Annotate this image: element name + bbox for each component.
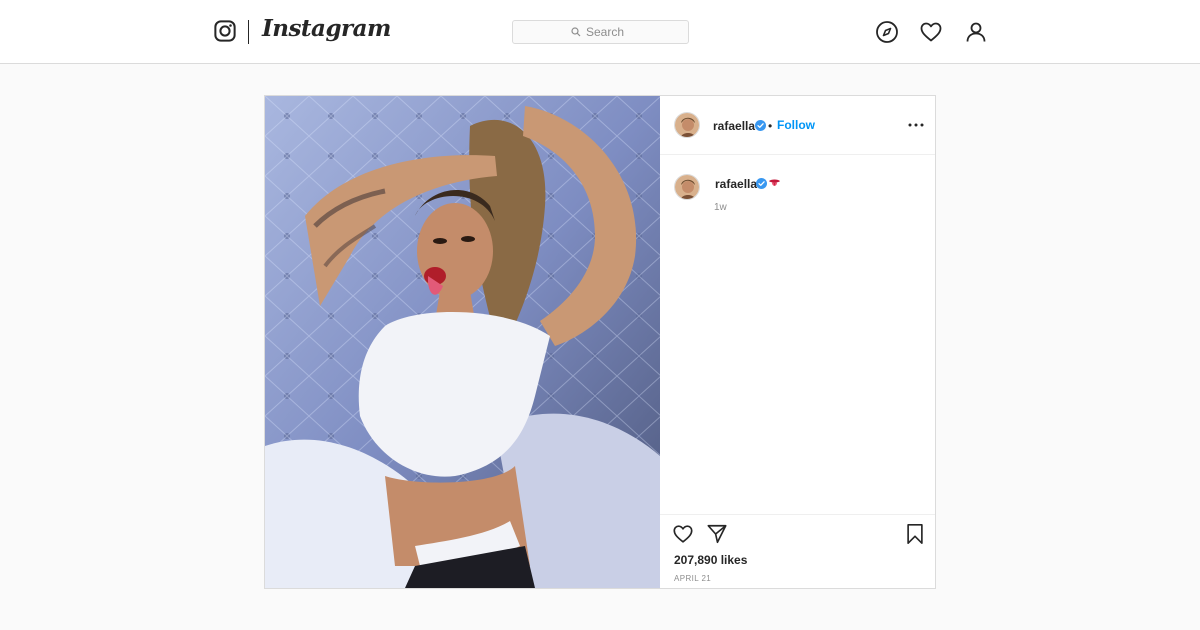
- profile-icon[interactable]: [964, 20, 988, 44]
- more-options-icon[interactable]: [907, 118, 925, 132]
- post-header: rafaella • Follow: [660, 96, 935, 155]
- author-avatar[interactable]: [674, 112, 700, 138]
- like-heart-icon[interactable]: [672, 523, 694, 545]
- top-nav: Instagram: [0, 0, 1200, 64]
- separator-dot: •: [768, 119, 773, 133]
- post-date[interactable]: APRIL 21: [674, 574, 711, 583]
- caption-avatar[interactable]: [674, 174, 700, 200]
- caption-timestamp: 1w: [714, 202, 727, 213]
- instagram-camera-icon[interactable]: [214, 20, 236, 42]
- verified-badge-icon: [756, 178, 767, 189]
- compass-icon[interactable]: [875, 20, 899, 44]
- search-icon: [571, 27, 581, 37]
- bookmark-icon[interactable]: [904, 523, 926, 545]
- verified-badge-icon: [755, 120, 766, 131]
- post-photo[interactable]: [265, 96, 660, 588]
- direct-share-icon[interactable]: [706, 523, 728, 545]
- author-username[interactable]: rafaella: [713, 119, 755, 133]
- follow-button[interactable]: Follow: [777, 118, 815, 132]
- instagram-wordmark[interactable]: Instagram: [262, 15, 391, 42]
- caption-username[interactable]: rafaella: [715, 177, 757, 191]
- tongue-emoji-icon: [768, 177, 781, 190]
- likes-count[interactable]: 207,890 likes: [674, 553, 747, 567]
- logo-divider: [248, 20, 249, 44]
- heart-icon[interactable]: [919, 20, 943, 44]
- search-box[interactable]: [512, 20, 689, 44]
- search-input[interactable]: [586, 25, 630, 39]
- post-card: rafaella • Follow rafaella 1w 207,890 li…: [264, 95, 936, 589]
- post-actions: 207,890 likes APRIL 21: [660, 514, 935, 588]
- post-sidebar: rafaella • Follow rafaella 1w 207,890 li…: [660, 96, 935, 588]
